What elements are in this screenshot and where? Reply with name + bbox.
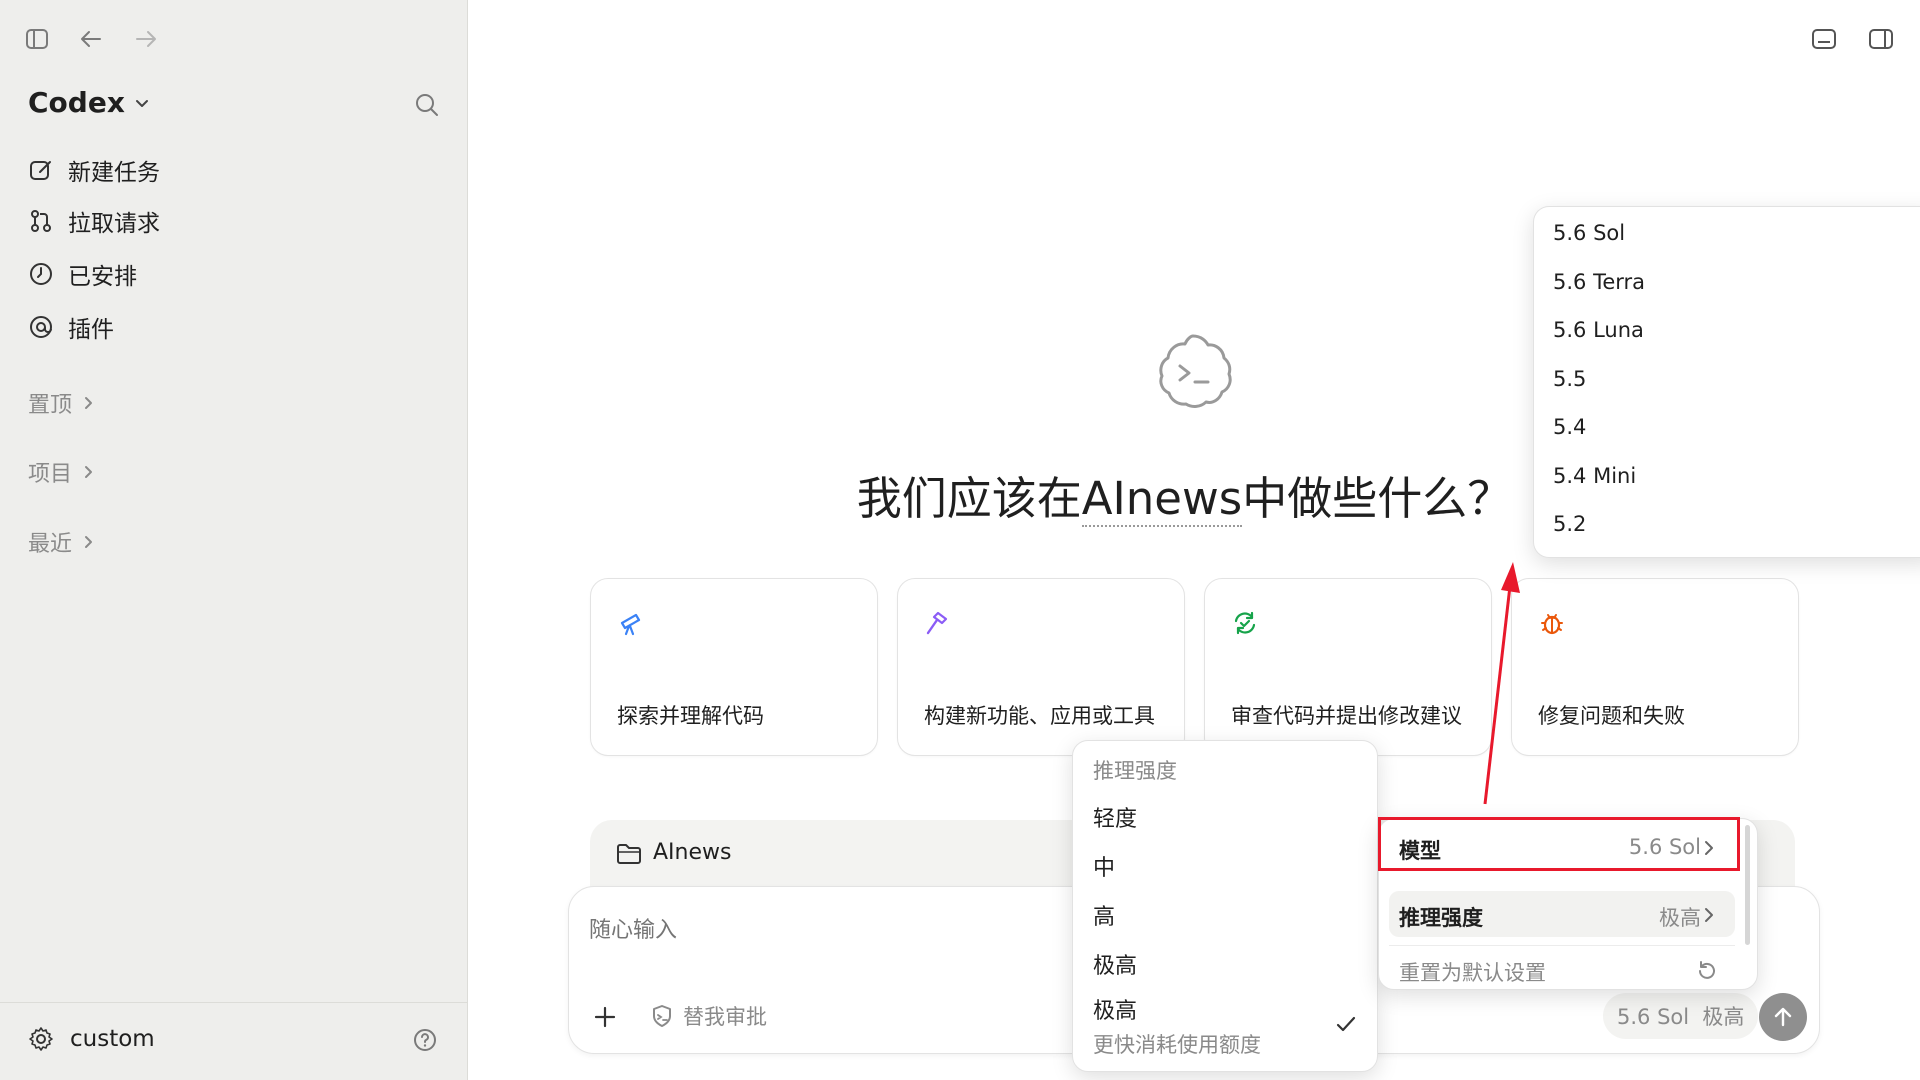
app-title: Codex <box>28 86 125 119</box>
suggestion-card-build[interactable]: 构建新功能、应用或工具 <box>897 578 1185 756</box>
review-icon <box>1231 609 1259 637</box>
chevron-right-icon <box>80 534 96 550</box>
model-option-5-4-mini[interactable]: 5.4 Mini <box>1553 464 1636 488</box>
reasoning-row-label[interactable]: 推理强度 <box>1399 902 1483 932</box>
project-label: AInews <box>653 840 732 865</box>
hammer-icon <box>924 609 952 637</box>
nav-scheduled[interactable]: 已安排 <box>28 252 137 296</box>
gear-icon <box>28 1026 54 1052</box>
reasoning-option-medium[interactable]: 中 <box>1093 850 1115 882</box>
suggestion-card-fix[interactable]: 修复问题和失败 <box>1511 578 1799 756</box>
card-label: 审查代码并提出修改建议 <box>1231 704 1462 728</box>
suggestion-card-explore[interactable]: 探索并理解代码 <box>590 578 878 756</box>
chevron-right-icon <box>1699 906 1717 924</box>
pull-request-icon <box>28 208 54 234</box>
telescope-icon <box>617 609 645 637</box>
reasoning-option-high[interactable]: 高 <box>1093 899 1115 931</box>
approval-label: 替我审批 <box>683 1005 767 1029</box>
nav-label: 拉取请求 <box>68 211 160 237</box>
bug-icon <box>1538 609 1566 637</box>
nav-pull-requests[interactable]: 拉取请求 <box>28 199 160 243</box>
approval-mode-button[interactable]: 替我审批 <box>651 1001 767 1031</box>
model-option-5-2[interactable]: 5.2 <box>1553 512 1586 536</box>
model-menu <box>1533 206 1920 558</box>
help-icon[interactable] <box>412 1027 438 1053</box>
heading-prefix: 我们应该在 <box>856 472 1082 525</box>
clock-icon <box>28 261 54 287</box>
heading-project-link[interactable]: AInews <box>1081 472 1243 527</box>
model-option-5-5[interactable]: 5.5 <box>1553 367 1586 391</box>
app-title-dropdown[interactable]: Codex <box>28 86 151 119</box>
section-pinned[interactable]: 置顶 <box>28 387 96 419</box>
reasoning-option-label: 极高 <box>1093 999 1138 1024</box>
model-option-terra[interactable]: 5.6 Terra <box>1553 270 1645 294</box>
annotation-arrow <box>1483 562 1520 805</box>
nav-new-task[interactable]: 新建任务 <box>28 148 160 192</box>
suggestion-card-review[interactable]: 审查代码并提出修改建议 <box>1204 578 1492 756</box>
reasoning-option-xhigh-fast[interactable]: 极高 更快消耗使用额度 <box>1093 993 1363 1059</box>
model-option-5-4[interactable]: 5.4 <box>1553 415 1586 439</box>
chevron-down-icon <box>133 94 151 112</box>
nav-label: 插件 <box>68 317 114 343</box>
settings-label: custom <box>70 1026 155 1052</box>
chevron-right-icon <box>80 395 96 411</box>
plugin-icon <box>28 314 54 340</box>
back-arrow-icon[interactable] <box>78 26 104 52</box>
edit-icon <box>28 157 54 183</box>
reasoning-menu: 推理强度 轻度 中 高 极高 极高 更快消耗使用额度 <box>1072 740 1378 1072</box>
reasoning-row-value: 极高 <box>1659 906 1701 930</box>
shield-icon <box>651 1004 673 1028</box>
settings-button[interactable]: custom <box>28 1026 155 1052</box>
model-chip[interactable]: 5.6 Sol 极高 <box>1603 993 1759 1039</box>
sidebar-toggle-icon[interactable] <box>24 26 50 52</box>
codex-logo-icon <box>1150 328 1236 414</box>
send-button[interactable] <box>1759 993 1807 1041</box>
page-heading: 我们应该在AInews中做些什么？ <box>856 472 1513 527</box>
reasoning-option-sub: 更快消耗使用额度 <box>1093 1033 1261 1057</box>
arrow-up-icon <box>1774 1007 1792 1027</box>
section-label: 置顶 <box>28 393 73 418</box>
reasoning-option-xhigh[interactable]: 极高 <box>1093 948 1137 980</box>
nav-label: 新建任务 <box>68 160 160 186</box>
menu-scrollbar[interactable] <box>1745 825 1750 945</box>
card-label: 构建新功能、应用或工具 <box>924 704 1155 728</box>
nav-plugins[interactable]: 插件 <box>28 305 114 349</box>
nav-label: 已安排 <box>68 264 137 290</box>
reset-defaults-label[interactable]: 重置为默认设置 <box>1399 957 1546 987</box>
section-label: 最近 <box>28 532 73 557</box>
sidebar: Codex 新建任务 拉取请求 已安排 插件 置顶 项目 最近 custom <box>0 0 468 1080</box>
reset-icon <box>1696 960 1718 982</box>
card-label: 修复问题和失败 <box>1538 704 1685 728</box>
model-option-sol[interactable]: 5.6 Sol <box>1553 221 1625 245</box>
search-icon[interactable] <box>414 92 440 118</box>
reasoning-menu-header: 推理强度 <box>1093 759 1177 783</box>
add-attachment-icon[interactable] <box>593 1005 617 1029</box>
section-recent[interactable]: 最近 <box>28 526 96 558</box>
model-option-luna[interactable]: 5.6 Luna <box>1553 318 1644 342</box>
heading-suffix: 中做些什么？ <box>1242 472 1513 525</box>
card-label: 探索并理解代码 <box>617 704 764 728</box>
menu-divider <box>1389 945 1735 946</box>
annotation-highlight-box <box>1378 817 1740 871</box>
side-panel-toggle-icon[interactable] <box>1868 27 1894 51</box>
checkmark-icon <box>1335 1013 1357 1035</box>
sidebar-divider <box>0 1002 467 1003</box>
terminal-toggle-icon[interactable] <box>1811 27 1837 51</box>
forward-arrow-icon[interactable] <box>133 26 159 52</box>
prompt-input[interactable] <box>587 909 1151 951</box>
reasoning-option-light[interactable]: 轻度 <box>1093 801 1137 833</box>
folder-icon <box>616 842 642 866</box>
